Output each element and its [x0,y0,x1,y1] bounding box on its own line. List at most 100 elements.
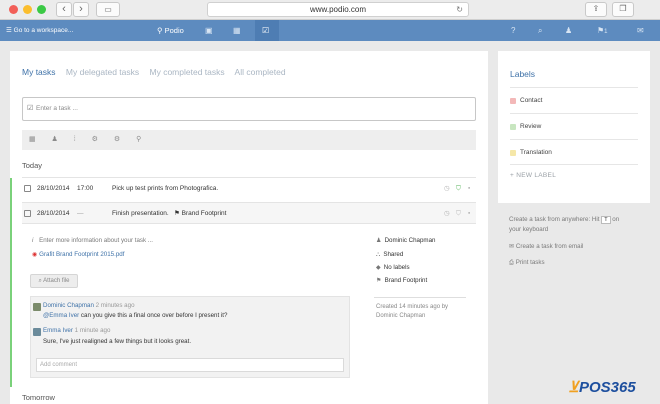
task-description-input[interactable]: i Enter more information about your task… [32,237,153,244]
create-from-email-label: Create a task from email [515,243,584,250]
contacts-icon[interactable]: ♟ [565,20,572,41]
tasks-icon[interactable]: ☑ [262,20,269,41]
notification-count: 1 [604,29,608,35]
comment-author[interactable]: Dominic Chapman [43,302,94,309]
task-reference[interactable]: ⚑ Brand Footprint [174,203,226,225]
flag-icon: ⚑ [174,210,180,217]
avatar [33,303,41,311]
divider [374,297,466,298]
task-date: 28/10/2014 [37,185,70,192]
podio-brand: Podio [164,26,184,35]
task-title[interactable]: Finish presentation. [112,203,169,225]
calendar-icon[interactable]: ▦ [233,20,241,41]
chat-icon[interactable]: ✉ [637,20,644,41]
comment-body: can you give this a final once over befo… [79,312,228,319]
share-icon: ⇪ [592,4,600,13]
description-placeholder: Enter more information about your task .… [39,237,153,244]
shield-icon[interactable]: ⛉ [456,203,461,225]
file-name: Grafit Brand Footprint 2015.pdf [39,251,125,258]
task-row-selected[interactable]: 28/10/2014 — Finish presentation. ⚑ Bran… [22,202,476,224]
label-item-contact[interactable]: Contact [510,87,638,113]
comment-mention[interactable]: @Emma Iver [43,312,79,319]
task-title[interactable]: Pick up test prints from Photografica. [112,178,218,200]
menu-icon: ☰ [6,27,12,34]
task-options-toolbar[interactable]: ▦ ♟ ⁞ ⚙ ⚙ ⚲ [22,130,476,150]
create-from-email-link[interactable]: ✉ Create a task from email [509,243,583,250]
reference-field[interactable]: ⚑ Brand Footprint [376,277,427,284]
attached-file-link[interactable]: ◉ Grafit Brand Footprint 2015.pdf [32,251,124,258]
apps-icon[interactable]: ▣ [205,20,213,41]
visibility-field[interactable]: ⛬ Shared [376,251,403,259]
notifications-icon[interactable]: ⚑1 [597,20,608,43]
label-color-swatch [510,98,516,104]
task-options-icons[interactable]: ▦ ♟ ⁞ ⚙ ⚙ ⚲ [29,136,148,143]
shortcut-hint: Create a task from anywhere: Hit T on [509,216,619,224]
reload-icon[interactable]: ↻ [456,3,463,16]
attach-file-label: Attach file [43,278,70,284]
labels-title: Labels [510,69,536,79]
maximize-window-button[interactable] [37,5,46,14]
labels-value: No labels [383,264,410,271]
task-row[interactable]: 28/10/2014 17:00 Pick up test prints fro… [22,177,476,199]
add-comment-input[interactable]: Add comment [36,358,344,372]
comment-time: 2 minutes ago [95,302,135,309]
cart-icon: ⊻ [568,379,579,396]
task-checkbox[interactable] [24,210,31,217]
envelope-icon: ✉ [509,243,515,250]
browser-toolbar: ‹ › ▭ www.podio.com ↻ ⇪ ❐ [0,0,660,20]
comment-header: Emma Iver 1 minute ago [43,327,110,334]
clock-icon[interactable]: ◷ [444,203,450,225]
sidebar-toggle-button[interactable]: ▭ [96,2,120,17]
close-window-button[interactable] [9,5,18,14]
share-button[interactable]: ⇪ [585,2,607,17]
label-item-translation[interactable]: Translation [510,139,638,165]
clock-icon[interactable]: ◷ [444,178,450,200]
tabs-button[interactable]: ❐ [612,2,634,17]
address-bar[interactable]: www.podio.com ↻ [207,2,469,17]
shortcut-hint-text: Create a task from anywhere: Hit [509,216,600,223]
new-label-button[interactable]: + NEW LABEL [510,172,556,179]
reference-value: Brand Footprint [384,277,428,284]
flag-icon: ⚑ [376,277,382,284]
task-input-placeholder: Enter a task ... [36,105,78,112]
section-tomorrow: Tomorrow [22,393,55,402]
attach-file-button[interactable]: ⌕ Attach file [30,274,78,288]
shield-icon[interactable]: ⛉ [456,178,461,200]
task-checkbox[interactable] [24,185,31,192]
workspace-menu[interactable]: ☰ Go to a workspace... [6,20,73,41]
back-button[interactable]: ‹ [56,2,72,17]
comment-author[interactable]: Emma Iver [43,327,73,334]
user-icon: ♟ [376,237,382,244]
minimize-window-button[interactable] [23,5,32,14]
trash-icon[interactable]: ▪ [468,178,470,200]
trash-icon[interactable]: ▪ [468,203,470,225]
task-time: — [77,210,84,217]
created-info: Created 14 minutes ago by Dominic Chapma… [376,304,449,319]
tab-my-completed[interactable]: My completed tasks [150,67,225,77]
url-text: www.podio.com [309,5,367,14]
tab-delegated[interactable]: My delegated tasks [66,67,139,77]
podio-home-link[interactable]: ⚲ Podio [157,20,184,41]
watermark-text: POS365 [578,379,636,396]
assignee-name: Dominic Chapman [384,237,436,244]
task-date: 28/10/2014 [37,210,70,217]
printer-icon: ⎙ [509,259,514,266]
label-item-review[interactable]: Review [510,113,638,139]
tab-all-completed[interactable]: All completed [235,67,286,77]
info-icon: i [32,237,34,244]
add-comment-placeholder: Add comment [40,362,78,368]
shortcut-hint-post: on [612,216,620,223]
labels-field[interactable]: ◆ No labels [376,264,410,271]
assignee-field[interactable]: ♟ Dominic Chapman [376,237,435,244]
print-tasks-link[interactable]: ⎙ Print tasks [509,259,545,267]
workspace-menu-label: Go to a workspace... [13,27,74,34]
help-icon[interactable]: ? [511,20,515,41]
forward-button[interactable]: › [73,2,89,17]
watermark-logo: ⊻POS365 [568,378,636,396]
comment-text: Sure, I've just realigned a few things b… [43,338,192,345]
shortcut-hint-line2: your keyboard [509,226,549,233]
tab-my-tasks[interactable]: My tasks [22,67,56,77]
new-task-input[interactable]: ☑ Enter a task ... [22,97,476,121]
search-icon[interactable]: ⌕ [538,20,542,41]
labels-panel: Labels Contact Review Translation + NEW … [498,51,650,203]
